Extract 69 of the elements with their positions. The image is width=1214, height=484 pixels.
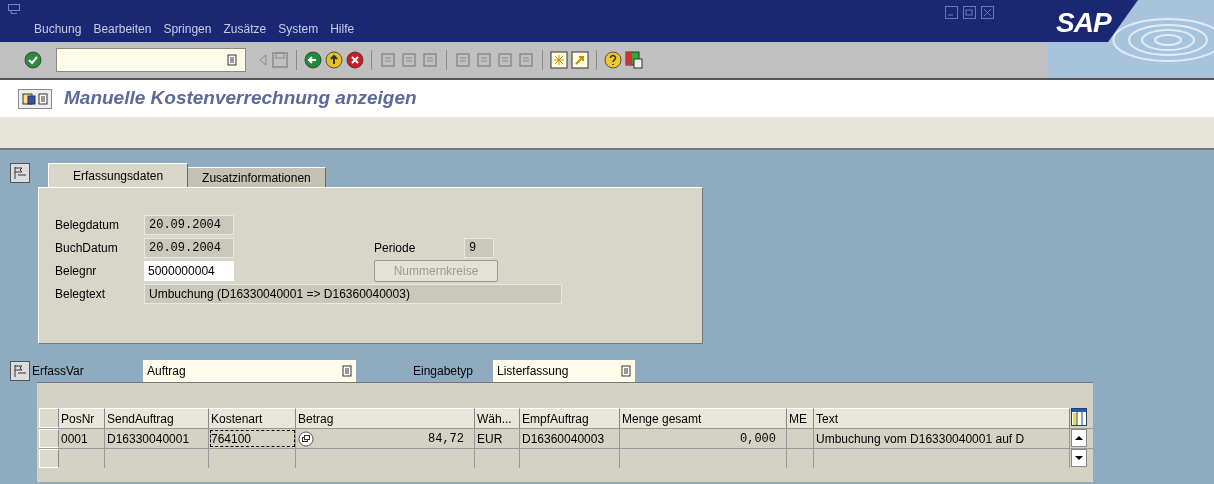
cell-text: 764100	[211, 430, 252, 448]
list-icon[interactable]	[38, 92, 48, 105]
column-header[interactable]: EmpfAuftrag	[520, 408, 620, 428]
list-icon[interactable]	[342, 365, 352, 377]
details-icon[interactable]	[298, 430, 314, 447]
logo: SAP	[1056, 6, 1111, 40]
column-header[interactable]: Kostenart	[209, 408, 296, 428]
column-header[interactable]: ME	[787, 408, 814, 428]
menu-item[interactable]: Zusätze	[223, 20, 267, 38]
dropdown-field[interactable]: Auftrag	[143, 360, 356, 382]
shortcut-icon[interactable]	[571, 51, 589, 69]
back-icon[interactable]	[304, 51, 322, 69]
menu-item[interactable]: Buchung	[34, 20, 82, 38]
field-label: Belegdatum	[54, 216, 121, 234]
menu-item[interactable]: Bearbeiten	[93, 20, 152, 38]
display-icon	[22, 91, 36, 106]
input-field: Umbuchung (D16330040001 => D16360040003)	[144, 283, 562, 304]
field-label: Belegtext	[54, 285, 107, 303]
menu-item[interactable]: Hilfe	[330, 20, 355, 38]
input-field: 20.09.2004	[144, 237, 234, 258]
cell-text: EUR	[477, 430, 503, 448]
menu-item[interactable]: System	[278, 20, 319, 38]
close-icon[interactable]	[981, 6, 994, 19]
expand-icon[interactable]	[10, 163, 30, 183]
field-label: Belegnr	[54, 262, 98, 280]
window-icon[interactable]	[8, 4, 20, 14]
command-field[interactable]	[56, 48, 246, 72]
cell-text: 84,72	[428, 430, 465, 448]
cell-text: 0001	[61, 430, 88, 448]
menu-item[interactable]: Springen	[163, 20, 212, 38]
list-icon[interactable]	[227, 54, 237, 66]
toolbar-button[interactable]	[18, 88, 52, 109]
cell-text: Umbuchung vom D16330040001 auf D	[816, 430, 1025, 448]
dropdown-field[interactable]: Listerfassung	[493, 360, 635, 382]
column-header[interactable]: Menge gesamt	[620, 408, 787, 428]
checkmark-icon[interactable]	[24, 51, 42, 69]
input-field: 20.09.2004	[144, 214, 234, 235]
restore-icon[interactable]	[963, 6, 976, 19]
window-icon[interactable]	[550, 51, 568, 69]
field-label: Periode	[374, 239, 417, 257]
cell-text: D16360040003	[522, 430, 605, 448]
input-field: 9	[464, 237, 494, 258]
help-icon[interactable]	[604, 51, 622, 69]
column-header[interactable]: Text	[814, 408, 1070, 428]
column-header[interactable]: PosNr	[59, 408, 105, 428]
tab[interactable]: Erfassungsdaten	[48, 163, 189, 187]
layout-icon[interactable]	[625, 51, 643, 69]
field-label: Eingabetyp	[413, 363, 475, 380]
field-label: BuchDatum	[54, 239, 119, 257]
field-label: ErfassVar	[31, 363, 85, 380]
up-icon[interactable]	[325, 51, 343, 69]
scroll-up-icon[interactable]	[1071, 429, 1087, 447]
selector-cell[interactable]	[39, 408, 59, 428]
cell-text: 0,000	[740, 430, 777, 448]
column-header[interactable]: SendAuftrag	[105, 408, 209, 428]
selector-cell[interactable]	[39, 449, 59, 468]
column-header[interactable]: Betrag	[296, 408, 475, 428]
minimize-icon[interactable]	[945, 6, 958, 19]
list-icon[interactable]	[621, 365, 631, 377]
cell-text: D16330040001	[107, 430, 190, 448]
input-field[interactable]: 5000000004	[144, 260, 234, 281]
expand-icon[interactable]	[10, 361, 30, 381]
scroll-down-icon[interactable]	[1071, 449, 1087, 467]
column-header[interactable]: Wäh...	[475, 408, 520, 428]
columns-icon[interactable]	[1071, 408, 1087, 426]
cancel-icon[interactable]	[346, 51, 364, 69]
tab[interactable]: Zusatzinformationen	[188, 167, 326, 187]
selector-cell[interactable]	[39, 429, 59, 448]
screen-title: Manuelle Kostenverrechnung anzeigen	[64, 86, 417, 111]
